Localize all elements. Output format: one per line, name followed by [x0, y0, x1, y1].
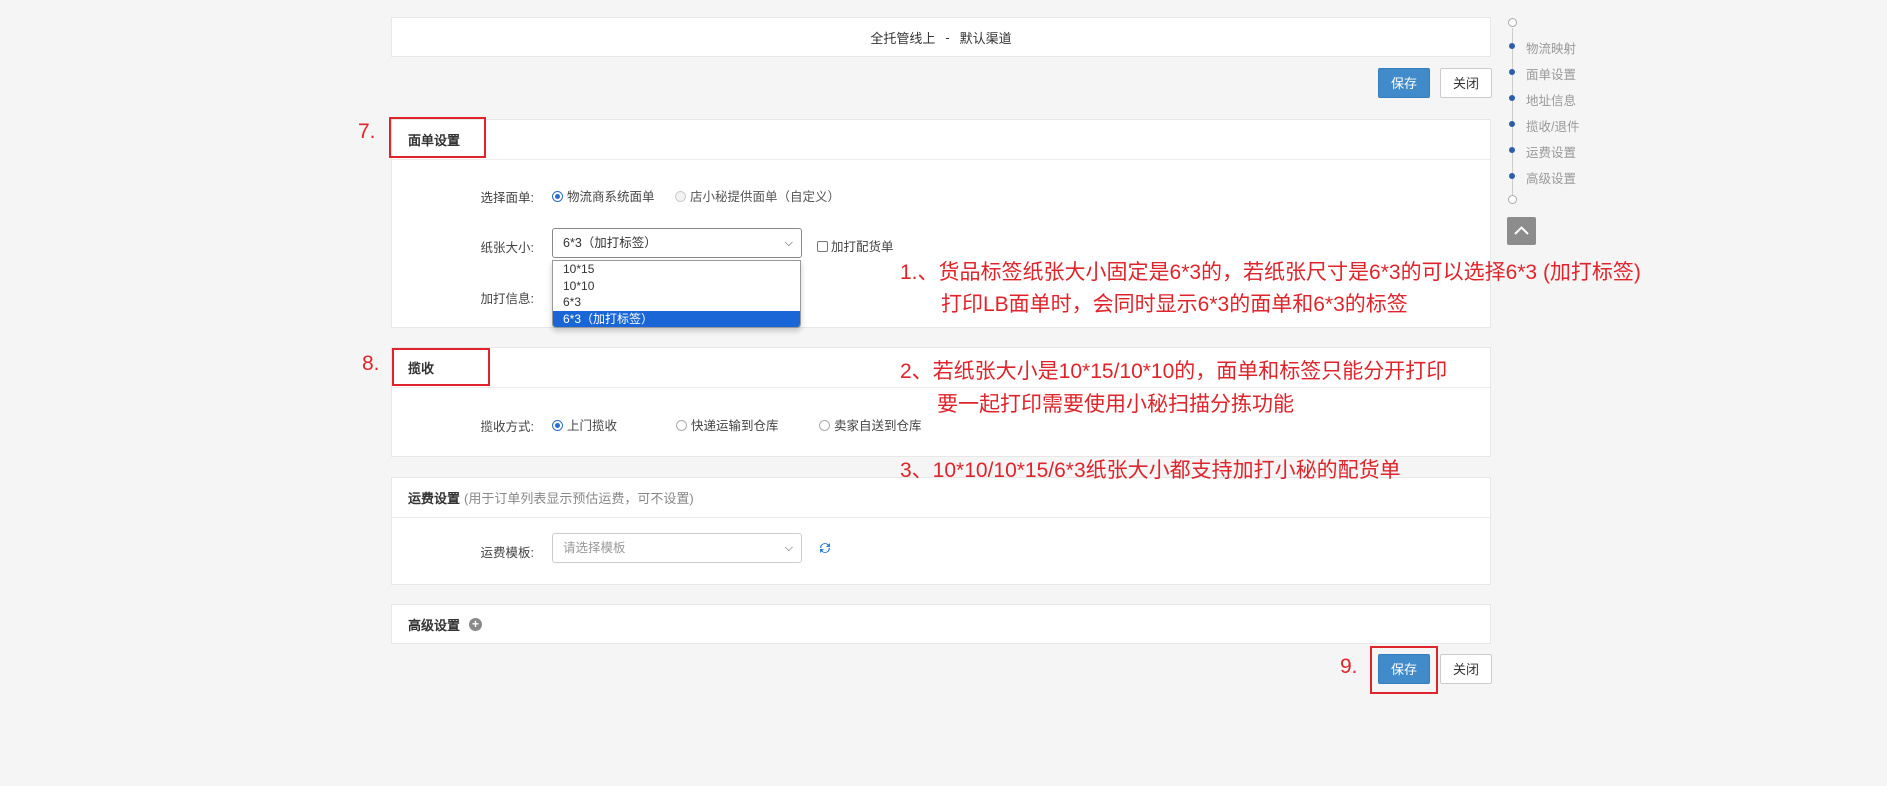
annotation-note-2: 2、若纸张大小是10*15/10*10的，面单和标签只能分开打印 — [900, 360, 1448, 383]
annotation-marker-7: 7. — [358, 120, 376, 143]
freight-template-placeholder: 请选择模板 — [563, 541, 626, 555]
close-button-bottom[interactable]: 关闭 — [1440, 654, 1492, 684]
chevron-up-icon — [1514, 226, 1529, 235]
side-nav-bottom-ring — [1508, 195, 1517, 204]
paper-size-option-6x3-with-label[interactable]: 6*3（加打标签） — [553, 310, 800, 327]
freight-panel: 运费设置 (用于订单列表显示预估运费，可不设置) 运费模板: 请选择模板 ⌵ — [391, 477, 1491, 585]
waybill-option-custom-label: 店小秘提供面单（自定义） — [690, 190, 841, 204]
chevron-down-icon: ⌵ — [784, 542, 793, 554]
channel-name: 默认渠道 — [959, 30, 1012, 46]
pickup-option-self[interactable]: 卖家自送到仓库 — [819, 415, 922, 434]
annotation-marker-8: 8. — [362, 352, 380, 375]
pickup-option-express-label: 快递运输到仓库 — [691, 419, 779, 433]
freight-template-select[interactable]: 请选择模板 ⌵ — [552, 533, 802, 563]
annotation-marker-9: 9. — [1340, 655, 1358, 678]
title-separator: - — [945, 29, 950, 45]
side-nav-top-ring — [1508, 18, 1517, 27]
waybill-option-system[interactable]: 物流商系统面单 — [552, 186, 655, 205]
waybill-option-system-label: 物流商系统面单 — [567, 190, 655, 204]
radio-checked-icon — [552, 191, 563, 202]
page-title: 全托管线上 — [870, 30, 936, 46]
nav-dot-icon — [1509, 69, 1515, 75]
extra-info-label: 加打信息: — [480, 292, 534, 306]
extra-print-packing-list[interactable]: 加打配货单 — [817, 236, 894, 255]
plus-circle-icon[interactable]: + — [469, 617, 483, 631]
advanced-title: 高级设置 — [408, 617, 461, 633]
freight-header: 运费设置 (用于订单列表显示预估运费，可不设置) — [392, 478, 1490, 518]
freight-title: 运费设置 — [408, 491, 461, 506]
title-bar: 全托管线上 - 默认渠道 — [391, 17, 1491, 57]
nav-dot-icon — [1509, 147, 1515, 153]
nav-dot-icon — [1509, 121, 1515, 127]
annotation-box-waybill — [389, 117, 486, 158]
radio-checked-icon — [552, 420, 563, 431]
annotation-box-pickup — [392, 348, 490, 386]
back-to-top-button[interactable] — [1507, 217, 1536, 245]
refresh-icon[interactable] — [817, 540, 833, 556]
annotation-note-2b: 要一起打印需要使用小秘扫描分拣功能 — [937, 393, 1294, 416]
paper-size-dropdown-list: 10*15 10*10 6*3 6*3（加打标签） — [552, 260, 801, 328]
checkbox-icon — [817, 241, 828, 252]
save-button-top[interactable]: 保存 — [1378, 68, 1430, 98]
paper-size-select[interactable]: 6*3（加打标签） ⌵ — [552, 228, 802, 258]
radio-icon — [676, 420, 687, 431]
waybill-option-custom[interactable]: 店小秘提供面单（自定义） — [675, 186, 840, 205]
advanced-header[interactable]: 高级设置 + — [392, 605, 1490, 643]
close-button-top[interactable]: 关闭 — [1440, 68, 1492, 98]
pickup-option-door-label: 上门揽收 — [567, 419, 618, 433]
nav-dot-icon — [1509, 43, 1515, 49]
pickup-option-door[interactable]: 上门揽收 — [552, 415, 617, 434]
annotation-note-1: 1.、货品标签纸张大小固定是6*3的，若纸张尺寸是6*3的可以选择6*3 (加打… — [900, 261, 1641, 284]
select-waybill-label: 选择面单: — [480, 191, 534, 205]
paper-size-option-10x10[interactable]: 10*10 — [553, 278, 800, 295]
chevron-down-icon: ⌵ — [784, 237, 793, 249]
pickup-option-self-label: 卖家自送到仓库 — [834, 419, 922, 433]
paper-size-value: 6*3（加打标签） — [563, 236, 657, 250]
annotation-note-3: 3、10*10/10*15/6*3纸张大小都支持加打小秘的配货单 — [900, 459, 1401, 482]
paper-size-option-10x15[interactable]: 10*15 — [553, 261, 800, 278]
radio-disabled-icon — [675, 191, 686, 202]
annotation-box-save — [1370, 646, 1438, 694]
freight-template-label: 运费模板: — [480, 546, 534, 560]
radio-icon — [819, 420, 830, 431]
annotation-note-1b: 打印LB面单时，会同时显示6*3的面单和6*3的标签 — [941, 293, 1408, 316]
nav-dot-icon — [1509, 95, 1515, 101]
extra-print-packing-list-label: 加打配货单 — [831, 240, 894, 254]
waybill-settings-header: 面单设置 — [392, 120, 1490, 160]
paper-size-option-6x3[interactable]: 6*3 — [553, 294, 800, 311]
advanced-panel: 高级设置 + — [391, 604, 1491, 644]
freight-subtitle: (用于订单列表显示预估运费，可不设置) — [464, 491, 694, 506]
pickup-option-express[interactable]: 快递运输到仓库 — [676, 415, 779, 434]
pickup-method-label: 揽收方式: — [480, 420, 534, 434]
nav-dot-icon — [1509, 173, 1515, 179]
paper-size-label: 纸张大小: — [480, 241, 534, 255]
